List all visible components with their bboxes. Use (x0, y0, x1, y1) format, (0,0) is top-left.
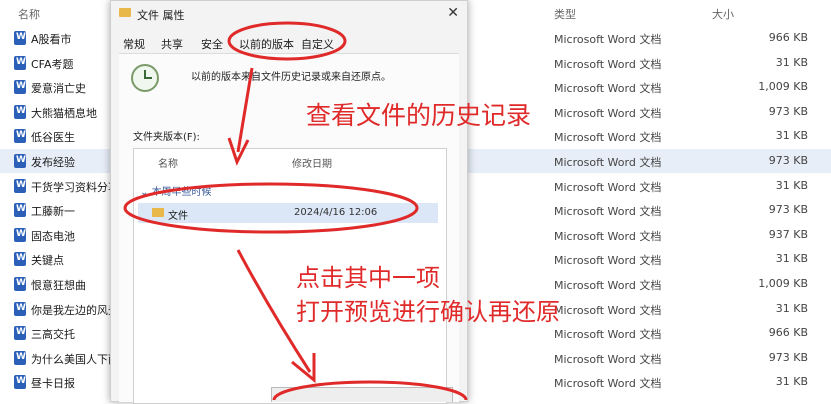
file-type: Microsoft Word 文档 (554, 57, 662, 71)
word-doc-icon (14, 129, 26, 144)
word-doc-icon (14, 375, 26, 390)
version-item-date: 2024/4/16 12:06 (294, 207, 378, 218)
tab-bar: 常规 共享 安全 以前的版本 自定义 (111, 31, 467, 53)
word-doc-icon (14, 80, 26, 95)
file-name: 爱意消亡史 (31, 82, 86, 96)
word-doc-icon (14, 104, 26, 119)
file-type: Microsoft Word 文档 (554, 106, 662, 120)
file-size: 31 KB (775, 375, 808, 389)
file-size: 31 KB (775, 178, 808, 192)
file-type: Microsoft Word 文档 (554, 131, 662, 145)
file-type: Microsoft Word 文档 (554, 254, 662, 268)
file-type: Microsoft Word 文档 (554, 156, 662, 169)
file-size: 973 KB (768, 104, 808, 118)
tab-sharing[interactable]: 共享 (161, 36, 183, 52)
file-name: 固态电池 (31, 229, 75, 243)
file-type: Microsoft Word 文档 (554, 279, 662, 292)
file-type: Microsoft Word 文档 (554, 205, 662, 219)
file-size: 973 KB (768, 154, 808, 167)
tab-previous-versions[interactable]: 以前的版本 (239, 36, 294, 52)
file-name: 恨意狂想曲 (31, 279, 86, 292)
group-label: 本周早些时候 (151, 187, 212, 198)
versions-label: 文件夹版本(F): (133, 132, 200, 143)
file-name: A股看市 (31, 33, 72, 46)
file-size: 31 KB (775, 252, 808, 266)
word-doc-icon (14, 203, 26, 218)
file-type: Microsoft Word 文档 (554, 352, 662, 366)
word-doc-icon (14, 55, 26, 70)
col-type-header[interactable]: 类型 (554, 6, 576, 22)
file-size: 1,009 KB (758, 80, 808, 94)
folder-icon (152, 208, 164, 217)
file-name: 关键点 (31, 254, 64, 268)
file-size: 973 KB (768, 350, 808, 364)
word-doc-icon (14, 178, 26, 193)
info-text: 以前的版本来自文件历史记录或来自还原点。 (191, 72, 391, 83)
file-name: CFA考题 (31, 57, 74, 71)
dialog-titlebar: 文件 属性 ✕ (111, 1, 467, 27)
annotation-view-history: 查看文件的历史记录 (306, 101, 532, 130)
history-clock-icon (131, 64, 159, 92)
close-icon[interactable]: ✕ (447, 5, 459, 21)
list-col-date[interactable]: 修改日期 (292, 155, 332, 170)
file-size: 31 KB (775, 55, 808, 69)
tab-general[interactable]: 常规 (123, 36, 145, 52)
version-item[interactable]: 文件 2024/4/16 12:06 (138, 203, 438, 223)
file-name: 为什么美国人下雨 (31, 352, 119, 366)
word-doc-icon (14, 326, 26, 341)
annotation-open-preview: 打开预览进行确认再还原 (296, 298, 560, 326)
file-size: 31 KB (775, 129, 808, 143)
file-type: Microsoft Word 文档 (554, 303, 662, 317)
file-size: 1,009 KB (758, 277, 808, 290)
word-doc-icon (14, 154, 26, 168)
tab-security[interactable]: 安全 (201, 36, 223, 52)
word-doc-icon (14, 31, 26, 45)
file-size: 973 KB (768, 203, 808, 217)
word-doc-icon (14, 227, 26, 242)
file-type: Microsoft Word 文档 (554, 82, 662, 96)
word-doc-icon (14, 301, 26, 316)
tab-customize[interactable]: 自定义 (301, 36, 334, 52)
file-name: 你是我左边的风景 (31, 303, 119, 317)
file-size: 937 KB (768, 227, 808, 241)
file-name: 三高交托 (31, 328, 75, 342)
col-size-header[interactable]: 大小 (712, 6, 734, 22)
group-header[interactable]: ⌄ 本周早些时候 (140, 183, 212, 198)
file-size: 31 KB (775, 301, 808, 315)
file-type: Microsoft Word 文档 (554, 33, 662, 46)
dialog-title: 文件 属性 (137, 9, 185, 22)
col-name-header[interactable]: 名称 (18, 6, 40, 22)
properties-dialog: 文件 属性 ✕ 常规 共享 安全 以前的版本 自定义 以前的版本来自文件历史记录… (110, 0, 468, 404)
file-name: 大熊猫栖息地 (31, 106, 97, 120)
word-doc-icon (14, 277, 26, 291)
file-type: Microsoft Word 文档 (554, 377, 662, 391)
word-doc-icon (14, 350, 26, 365)
file-size: 966 KB (768, 326, 808, 340)
file-name: 发布经验 (31, 156, 75, 169)
file-type: Microsoft Word 文档 (554, 180, 662, 194)
file-type: Microsoft Word 文档 (554, 229, 662, 243)
version-item-name: 文件 (168, 211, 188, 222)
word-doc-icon (14, 252, 26, 267)
file-name: 昼卡日报 (31, 377, 75, 391)
file-name: 低谷医生 (31, 131, 75, 145)
file-name: 工藤新一 (31, 205, 75, 219)
folder-icon (119, 8, 131, 17)
file-size: 966 KB (768, 31, 808, 44)
file-name: 干货学习资料分享 (31, 180, 119, 194)
annotation-click-item: 点击其中一项 (296, 264, 440, 292)
file-type: Microsoft Word 文档 (554, 328, 662, 342)
list-col-name[interactable]: 名称 (158, 155, 178, 170)
